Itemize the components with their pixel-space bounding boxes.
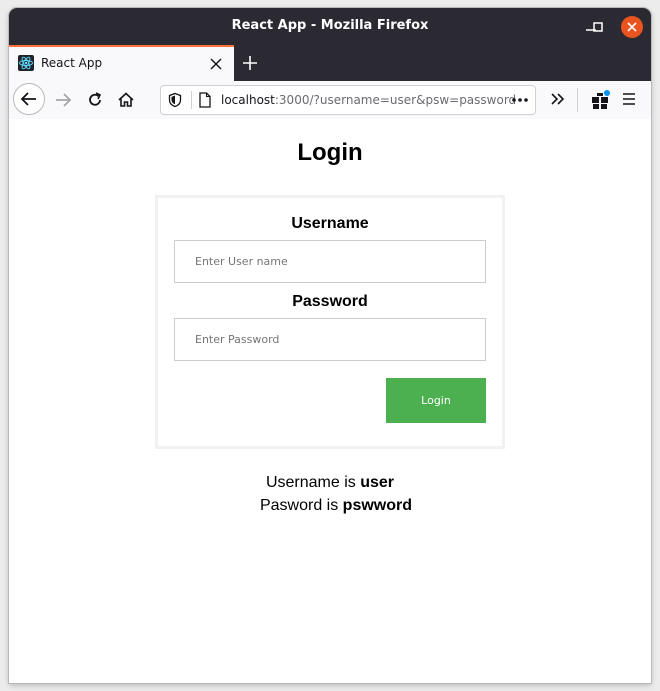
login-button[interactable]: Login (386, 378, 486, 423)
shield-icon[interactable] (167, 92, 183, 108)
username-label: Username (291, 215, 369, 232)
back-button[interactable] (13, 83, 45, 115)
page-title: Login (297, 139, 363, 166)
window-title: React App - Mozilla Firefox (231, 18, 429, 33)
page-content: Login Username Password Login Username i… (9, 119, 651, 683)
tab-bar: React App (9, 45, 651, 81)
login-form: Username Password Login (155, 195, 505, 449)
password-result-prefix: Pasword is (259, 497, 343, 514)
tab-react-app[interactable]: React App (9, 45, 234, 81)
password-input[interactable] (174, 318, 486, 361)
url-text[interactable]: localhost:3000/?username=user&psw=passwo… (221, 93, 516, 107)
toolbar-overflow-icon[interactable] (549, 90, 567, 108)
toolbar-separator (577, 88, 578, 112)
page-actions-icon[interactable] (510, 93, 530, 107)
maximize-icon[interactable] (587, 16, 609, 38)
tab-label: React App (41, 56, 103, 70)
address-separator (191, 91, 192, 109)
url-host: localhost (221, 93, 275, 107)
forward-arrow-icon[interactable] (52, 89, 74, 111)
close-window-icon[interactable] (621, 16, 643, 38)
extensions-icon[interactable] (589, 89, 611, 111)
page-icon[interactable] (198, 92, 212, 108)
hamburger-menu-icon[interactable] (620, 90, 638, 108)
password-label: Password (292, 293, 368, 310)
back-arrow-icon (20, 92, 36, 106)
password-result: Pasword is pswword (21, 497, 651, 515)
reload-icon[interactable] (84, 89, 106, 111)
home-icon[interactable] (115, 89, 137, 111)
close-tab-icon[interactable] (208, 56, 224, 72)
navigation-toolbar: localhost:3000/?username=user&psw=passwo… (9, 81, 651, 120)
password-result-value: pswword (342, 497, 413, 514)
browser-window: React App - Mozilla Firefox React App lo… (9, 8, 651, 683)
username-result: Username is user (9, 474, 651, 492)
username-input[interactable] (174, 240, 486, 283)
username-result-prefix: Username is (265, 474, 361, 491)
url-path: :3000/?username=user&psw=password (274, 93, 517, 107)
address-bar[interactable]: localhost:3000/?username=user&psw=passwo… (160, 85, 536, 115)
title-bar: React App - Mozilla Firefox (9, 8, 651, 45)
username-result-value: user (360, 474, 395, 491)
react-logo-icon (18, 55, 34, 71)
new-tab-icon[interactable] (241, 54, 259, 72)
